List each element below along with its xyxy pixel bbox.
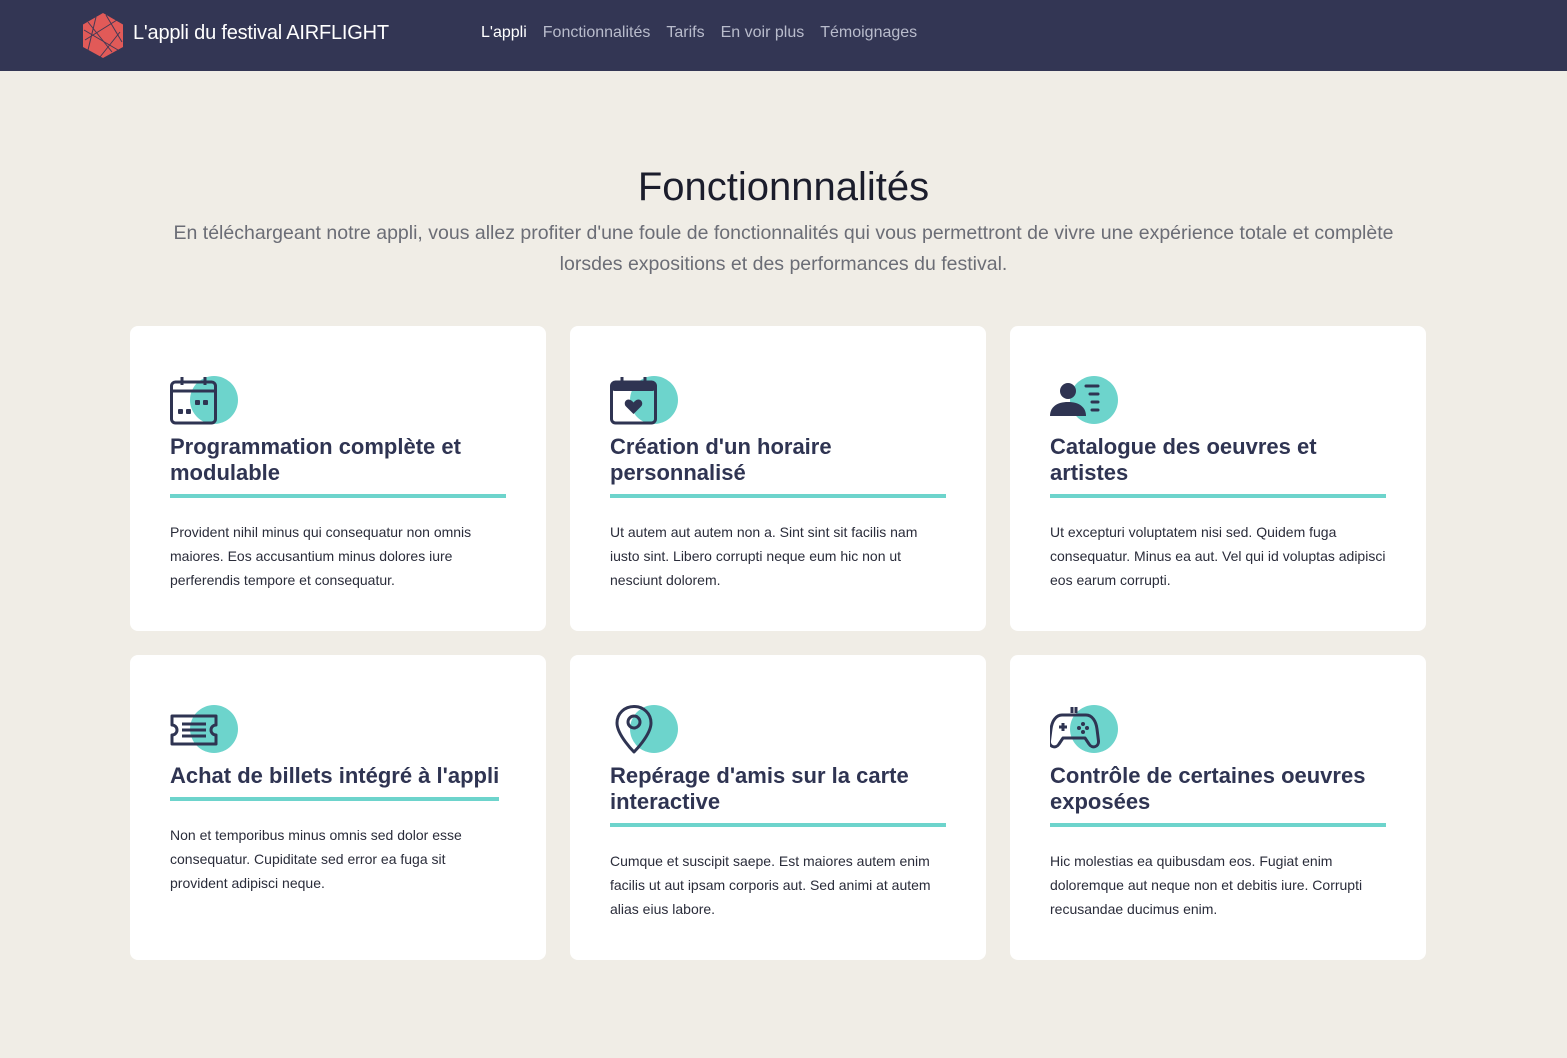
card-text: Cumque et suscipit saepe. Est maiores au… xyxy=(610,853,931,917)
feature-card: Achat de billets intégré à l'appli Non e… xyxy=(130,655,546,960)
brand[interactable]: L'appli du festival AIRFLIGHT xyxy=(82,12,389,59)
feature-card: Création d'un horaire personnalisé Ut au… xyxy=(570,326,986,631)
user-list-icon xyxy=(1050,376,1120,426)
top-navbar: L'appli du festival AIRFLIGHT L'appli Fo… xyxy=(0,0,1567,71)
card-text: Ut excepturi voluptatem nisi sed. Quidem… xyxy=(1050,524,1386,588)
card-title: Catalogue des oeuvres et artistes xyxy=(1050,434,1386,498)
card-title: Achat de billets intégré à l'appli xyxy=(170,763,500,801)
features-grid: Programmation complète et modulable Prov… xyxy=(130,326,1426,960)
ticket-icon xyxy=(170,705,240,755)
gamepad-icon xyxy=(1050,705,1120,755)
card-title: Programmation complète et modulable xyxy=(170,434,506,498)
brand-name: L'appli du festival AIRFLIGHT xyxy=(133,22,389,44)
calendar-heart-icon xyxy=(610,376,680,426)
features-section-header: Fonctionnnalités En téléchargeant notre … xyxy=(0,164,1567,280)
feature-card: Contrôle de certaines oeuvres exposées H… xyxy=(1010,655,1426,960)
calendar-grid-icon xyxy=(170,376,240,426)
card-text: Ut autem aut autem non a. Sint sint sit … xyxy=(610,524,918,588)
main-nav: L'appli Fonctionnalités Tarifs En voir p… xyxy=(481,24,933,42)
feature-card: Catalogue des oeuvres et artistes Ut exc… xyxy=(1010,326,1426,631)
card-text: Provident nihil minus qui consequatur no… xyxy=(170,524,472,588)
card-title: Contrôle de certaines oeuvres exposées xyxy=(1050,763,1386,827)
nav-link-temoignages[interactable]: Témoignages xyxy=(820,24,917,42)
nav-link-en-voir-plus[interactable]: En voir plus xyxy=(721,24,805,42)
festival-logo-icon xyxy=(83,13,123,58)
feature-card: Repérage d'amis sur la carte interactive… xyxy=(570,655,986,960)
section-title: Fonctionnnalités xyxy=(637,165,930,209)
nav-link-lappli[interactable]: L'appli xyxy=(481,24,527,42)
nav-link-tarifs[interactable]: Tarifs xyxy=(666,24,704,42)
section-lead: En téléchargeant notre appli, vous allez… xyxy=(173,222,1394,275)
map-pin-icon xyxy=(610,705,680,755)
card-text: Non et temporibus minus omnis sed dolor … xyxy=(170,827,462,891)
feature-card: Programmation complète et modulable Prov… xyxy=(130,326,546,631)
card-text: Hic molestias ea quibusdam eos. Fugiat e… xyxy=(1050,853,1363,917)
nav-link-fonctionnalites[interactable]: Fonctionnalités xyxy=(543,24,651,42)
card-title: Création d'un horaire personnalisé xyxy=(610,434,946,498)
card-title: Repérage d'amis sur la carte interactive xyxy=(610,763,946,827)
